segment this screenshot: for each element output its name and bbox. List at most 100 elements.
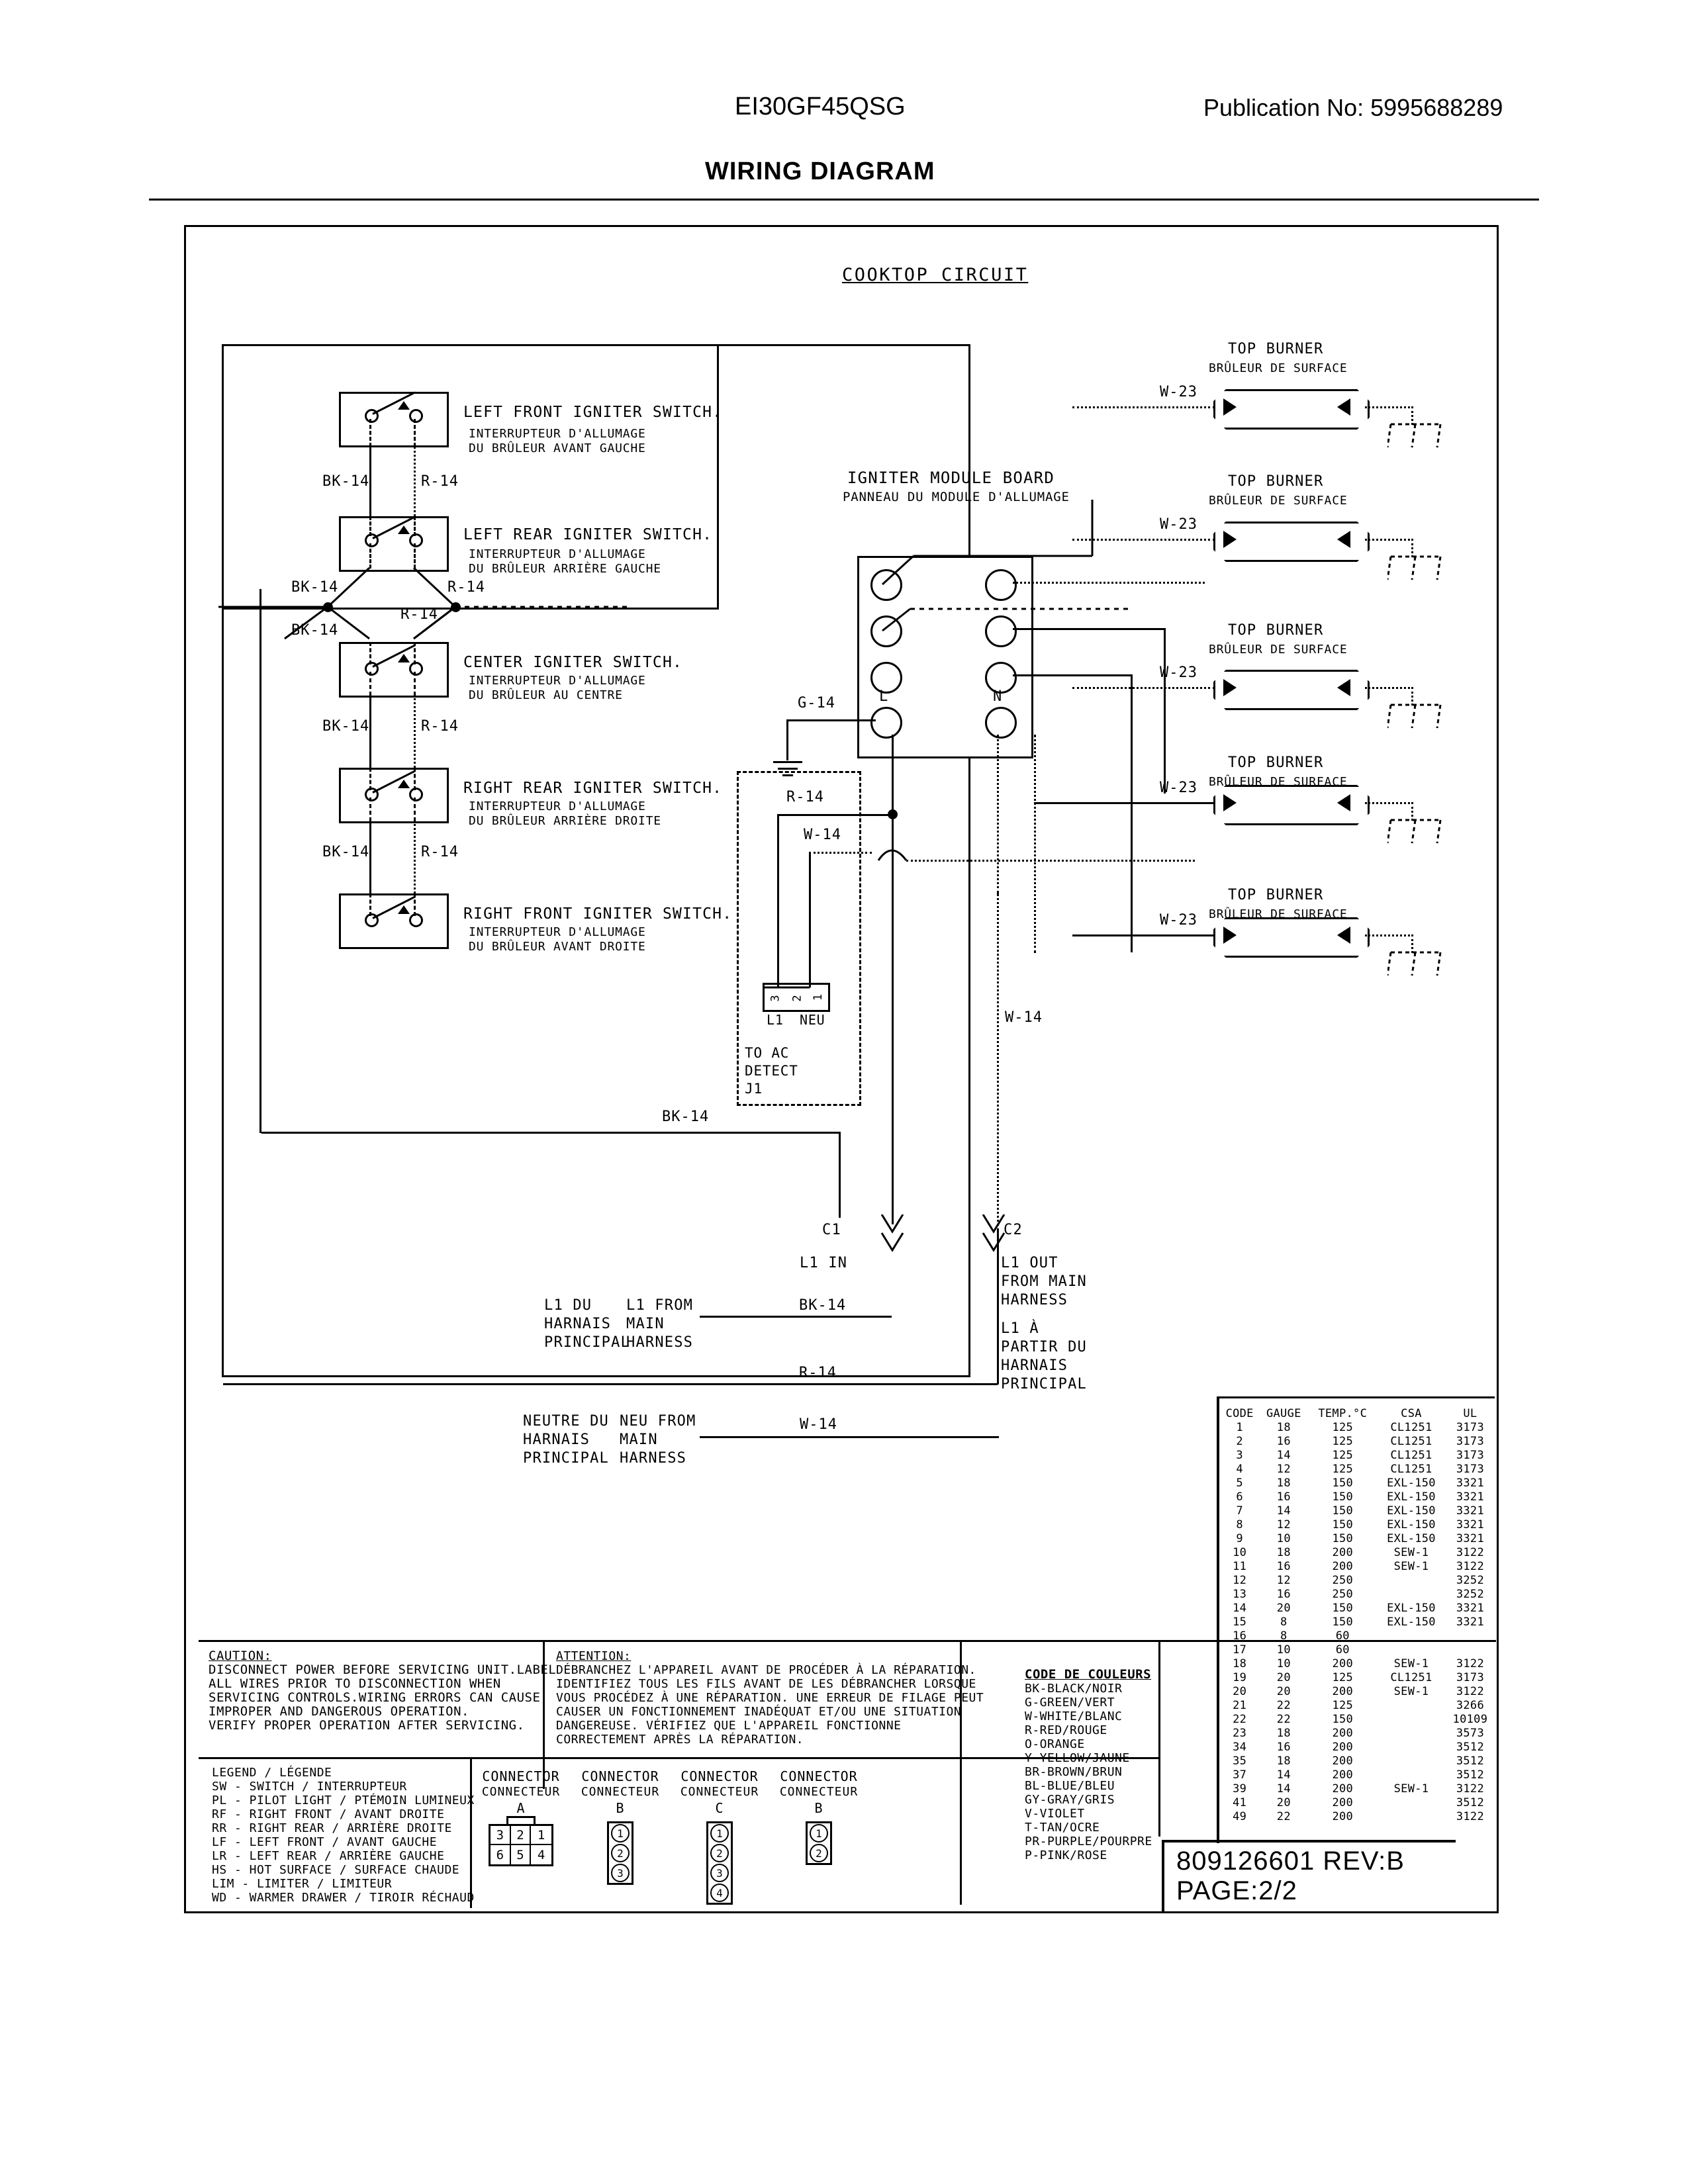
harness-label-c1: C1: [822, 1222, 841, 1238]
wire-table-cell-gauge: 14: [1276, 1504, 1291, 1518]
cooktop-circuit-title: COOKTOP CIRCUIT: [842, 265, 1029, 285]
wire-label-bk14-1: BK-14: [322, 473, 370, 490]
caution-line-4: VERIFY PROPER OPERATION AFTER SERVICING.: [209, 1718, 525, 1733]
wire-label-g14: G-14: [798, 695, 835, 711]
wire-table-cell-csa: EXL-150: [1387, 1615, 1436, 1629]
wire-table-row: 19 20 125 CL1251 3173: [1220, 1670, 1495, 1684]
harness-l1-fr-2: HARNAIS: [544, 1316, 612, 1332]
j1-label-NEU: NEU: [800, 1012, 825, 1028]
wire-table-row: 37 14 200 3512: [1220, 1768, 1495, 1782]
legend-3: RR - RIGHT REAR / ARRIÈRE DROITE: [212, 1821, 452, 1835]
wire-table-cell-ul: 3266: [1456, 1698, 1484, 1712]
wire-table-cell-ul: 3321: [1456, 1601, 1484, 1615]
wire-table-cell-gauge: 10: [1276, 1643, 1291, 1657]
burner-3-lead-in: [1072, 687, 1215, 689]
wire-table-cell-gauge: 12: [1276, 1462, 1291, 1476]
wire-table-cell-code: 18: [1233, 1657, 1247, 1670]
ac-detect-connector: 3 2 1: [763, 983, 830, 1012]
wire-table-cell-csa: CL1251: [1390, 1462, 1432, 1476]
caution-block: CAUTION: DISCONNECT POWER BEFORE SERVICI…: [209, 1649, 556, 1733]
legend-1: PL - PILOT LIGHT / PTÉMOIN LUMINEUX: [212, 1794, 475, 1807]
wire-table-cell-gauge: 22: [1276, 1809, 1291, 1823]
wiring-diagram-page: EI30GF45QSG Publication No: 5995688289 W…: [0, 0, 1688, 2184]
color-code-0: BK-BLACK/NOIR: [1025, 1682, 1123, 1696]
wire-table-row: 3 14 125 CL1251 3173: [1220, 1448, 1495, 1462]
wire-table-row: 39 14 200 SEW-1 3122: [1220, 1782, 1495, 1796]
wire-table-cell-ul: 3122: [1456, 1782, 1484, 1796]
wire-table-cell-tempc: 150: [1332, 1476, 1354, 1490]
wire-table-row: 15 8 150 EXL-150 3321: [1220, 1615, 1495, 1629]
wire-table-cell-code: 4: [1236, 1462, 1243, 1476]
wire-table-cell-gauge: 18: [1276, 1726, 1291, 1740]
color-code-11: PR-PURPLE/POURPRE: [1025, 1835, 1152, 1848]
wire-table-row: 2 16 125 CL1251 3173: [1220, 1434, 1495, 1448]
connector-c-block: CONNECTOR CONNECTEUR C 1 2 3 4: [670, 1768, 769, 1905]
burner-2-lead-in: [1072, 539, 1215, 541]
wire-table-cell-code: 3: [1236, 1448, 1243, 1462]
attention-line-3: CAUSER UN FONCTIONNEMENT INADÉQUAT ET/OU…: [556, 1705, 962, 1719]
j1-label-L1: L1: [767, 1012, 784, 1028]
wire-table-cell-ul: [1446, 1643, 1495, 1657]
switch-lead-rf-right-top: [414, 893, 416, 916]
harness-wire-w14: W-14: [800, 1416, 837, 1433]
wire-table-cell-code: 15: [1233, 1615, 1247, 1629]
model-number: EI30GF45QSG: [735, 93, 906, 120]
burner-4-ground-icon: [1387, 819, 1442, 844]
connector-b1-pin-3: 3: [609, 1863, 632, 1883]
wire-table-row: 35 18 200 3512: [1220, 1754, 1495, 1768]
connector-c-title-en: CONNECTOR: [680, 1768, 759, 1784]
caution-line-3: IMPROPER AND DANGEROUS OPERATION.: [209, 1704, 469, 1719]
harness-neu-en-3: HARNESS: [620, 1450, 687, 1467]
wire-table-cell-csa: SEW-1: [1393, 1559, 1429, 1573]
switch-label-lf-en: LEFT FRONT IGNITER SWITCH.: [463, 404, 723, 421]
switch-label-rr-fr2: DU BRÛLEUR ARRIÈRE DROITE: [469, 814, 661, 828]
wire-table-cell-tempc: 200: [1332, 1726, 1354, 1740]
wire-table-cell-tempc: 125: [1332, 1448, 1354, 1462]
wire-table-cell-code: 14: [1233, 1601, 1247, 1615]
wire-table-cell-csa: [1377, 1629, 1446, 1643]
connector-a-pin-6: 6: [491, 1845, 511, 1864]
attention-line-5: CORRECTEMENT APRÈS LA RÉPARATION.: [556, 1733, 804, 1747]
wire-harness-w14: [700, 1436, 999, 1438]
wire-table-cell-tempc: 200: [1332, 1754, 1354, 1768]
burner-1-ground-icon: [1387, 423, 1442, 448]
harness-l1-fr-3: PRINCIPAL: [544, 1334, 631, 1351]
switch-terminal-rf-right: [409, 913, 423, 927]
wire-table-th-ul: UL: [1463, 1406, 1477, 1420]
wire-table-cell-tempc: 125: [1332, 1420, 1354, 1434]
connector-b2-id: B: [814, 1800, 823, 1816]
switch-label-rr-fr1: INTERRUPTEUR D'ALLUMAGE: [469, 799, 646, 813]
color-code-7: BL-BLUE/BLEU: [1025, 1779, 1115, 1793]
harness-neu-fr-2: HARNAIS: [523, 1432, 590, 1448]
connector-b2-pins: 1 2: [806, 1821, 832, 1865]
wire-table-cell-gauge: 10: [1276, 1531, 1291, 1545]
wire-table-cell-code: 2: [1236, 1434, 1243, 1448]
wire-label-j1-r14: R-14: [786, 789, 824, 805]
wire-to-burner-3b: [1131, 674, 1133, 952]
burner-3-label-en: TOP BURNER: [1228, 622, 1324, 639]
wire-table-cell-ul: 3122: [1456, 1657, 1484, 1670]
wire-table-cell-ul: 3252: [1456, 1587, 1484, 1601]
wire-table-row: 6 16 150 EXL-150 3321: [1220, 1490, 1495, 1504]
connector-a-pin-3: 3: [491, 1826, 511, 1845]
junction-node-bk: [323, 602, 333, 612]
switch-lead-lr-right-bot: [414, 543, 416, 569]
wire-table-row: 21 22 125 3266: [1220, 1698, 1495, 1712]
wire-bk14-left-rail: [259, 589, 261, 1133]
wire-bk14-seg4: [369, 819, 371, 893]
wire-table-row: 14 20 150 EXL-150 3321: [1220, 1601, 1495, 1615]
color-code-1: G-GREEN/VERT: [1025, 1696, 1115, 1709]
wire-table-cell-code: 35: [1233, 1754, 1247, 1768]
switch-lead-lf-right: [414, 419, 416, 447]
attention-line-2: VOUS PROCÉDEZ À UNE RÉPARATION. UNE ERRE…: [556, 1691, 984, 1705]
switch-lead-c-left-top: [369, 642, 371, 664]
publication-number: Publication No: 5995688289: [1203, 94, 1503, 121]
module-board-title-en: IGNITER MODULE BOARD: [847, 469, 1055, 487]
wire-table-cell-csa: SEW-1: [1393, 1545, 1429, 1559]
wire-table-cell-csa: EXL-150: [1387, 1490, 1436, 1504]
wire-table-cell-tempc: 200: [1332, 1768, 1354, 1782]
wire-table-row: 18 10 200 SEW-1 3122: [1220, 1657, 1495, 1670]
burner-2-label-fr: BRÛLEUR DE SURFACE: [1209, 494, 1348, 508]
wire-g14-down: [786, 719, 788, 760]
color-code-4: O-ORANGE: [1025, 1737, 1085, 1751]
